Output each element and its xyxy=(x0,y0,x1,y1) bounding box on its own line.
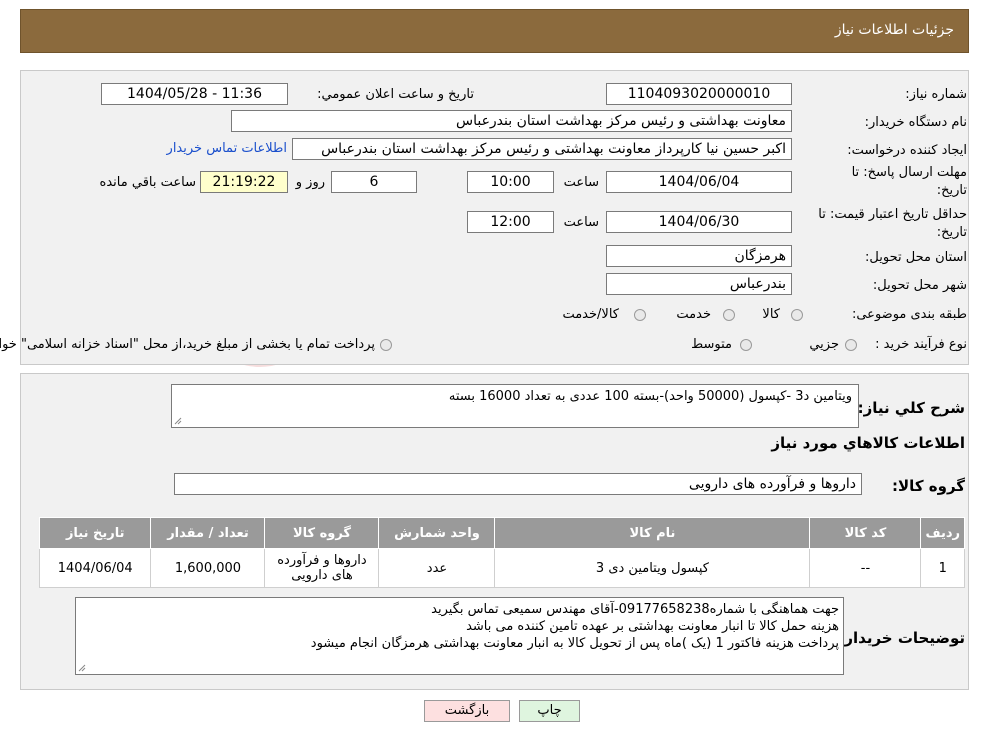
deadline-date-field: 1404/06/04 xyxy=(606,171,792,193)
table-row: 1 -- کپسول ویتامین دی 3 عدد داروها و فرآ… xyxy=(38,548,965,588)
province-label: استان محل تحويل: xyxy=(865,250,967,265)
process-medium-label: متوسط xyxy=(691,337,732,352)
deadline-time-label: ساعت xyxy=(563,175,599,190)
buyer-note-line-2: هزینه حمل کالا تا انبار معاونت بهداشتی ب… xyxy=(466,619,839,634)
col-goods-code: كد كالا xyxy=(809,517,922,549)
announce-label: تاریخ و ساعت اعلان عمومي: xyxy=(317,87,474,102)
validity-time-label: ساعت xyxy=(563,215,599,230)
col-row-number: رديف xyxy=(920,517,965,549)
validity-time-field: 12:00 xyxy=(467,211,554,233)
category-goods-label: کالا xyxy=(762,307,780,322)
summary-text: ویتامین د3 -کپسول (50000 واحد)-بسته 100 … xyxy=(448,389,852,404)
col-goods-name: نام كالا xyxy=(494,517,811,549)
days-field: 6 xyxy=(331,171,417,193)
col-goods-group: گروه كالا xyxy=(264,517,380,549)
creator-field: اکبر حسین نیا کارپرداز معاونت بهداشتی و … xyxy=(292,138,792,160)
city-label: شهر محل تحويل: xyxy=(872,278,967,293)
buyer-note-line-1: جهت هماهنگی با شماره09177658238-آقای مهن… xyxy=(431,602,839,617)
buyer-notes-label: توضيحات خريدار: xyxy=(838,629,965,647)
process-label: نوع فرآيند خريد : xyxy=(875,337,967,352)
buyer-field: معاونت بهداشتی و رئیس مرکز بهداشت استان … xyxy=(231,110,792,132)
summary-textarea: ویتامین د3 -کپسول (50000 واحد)-بسته 100 … xyxy=(171,384,859,428)
summary-label: شرح كلي نياز: xyxy=(857,399,965,417)
buyer-contact-link[interactable]: اطلاعات تماس خريدار xyxy=(167,141,287,156)
province-field: هرمزگان xyxy=(606,245,792,267)
back-button[interactable]: بازگشت xyxy=(424,700,510,722)
process-treasury-radio[interactable] xyxy=(380,339,392,351)
print-button[interactable]: چاپ xyxy=(519,700,580,722)
resize-grip-icon[interactable] xyxy=(78,664,86,672)
remaining-label: ساعت باقي مانده xyxy=(99,175,196,190)
category-label: طبقه بندی موضوعی: xyxy=(851,307,967,322)
deadline-time-field: 10:00 xyxy=(467,171,554,193)
buyer-label: نام دستگاه خريدار: xyxy=(864,115,967,130)
page-header: جزئیات اطلاعات نیاز xyxy=(20,9,969,53)
need-number-field: 1104093020000010 xyxy=(606,83,792,105)
col-quantity: تعداد / مقدار xyxy=(150,517,266,549)
deadline-label-2: تاريخ: xyxy=(936,183,967,198)
category-service-label: خدمت xyxy=(676,307,711,322)
category-goods-service-label: کالا/خدمت xyxy=(562,307,619,322)
resize-grip-icon[interactable] xyxy=(174,417,182,425)
category-goods-service-radio[interactable] xyxy=(634,309,646,321)
cell-quantity: 1,600,000 xyxy=(150,548,266,588)
validity-label-1: حداقل تاريخ اعتبار قيمت: تا xyxy=(818,207,967,222)
category-goods-radio[interactable] xyxy=(791,309,803,321)
page-title: جزئیات اطلاعات نیاز xyxy=(834,22,954,38)
category-service-radio[interactable] xyxy=(723,309,735,321)
buyer-notes-textarea: جهت هماهنگی با شماره09177658238-آقای مهن… xyxy=(75,597,844,675)
cell-goods-code: -- xyxy=(809,548,922,588)
city-field: بندرعباس xyxy=(606,273,792,295)
goods-group-label: گروه كالا: xyxy=(892,477,965,495)
validity-date-field: 1404/06/30 xyxy=(606,211,792,233)
cell-goods-name: کپسول ویتامین دی 3 xyxy=(494,548,811,588)
process-partial-radio[interactable] xyxy=(845,339,857,351)
need-number-label: شماره نیاز: xyxy=(905,87,967,102)
goods-group-field: داروها و فرآورده های دارویی xyxy=(174,473,862,495)
goods-table: رديف كد كالا نام كالا واحد شمارش گروه كا… xyxy=(38,517,965,588)
cell-row-number: 1 xyxy=(920,548,965,588)
cell-unit: عدد xyxy=(378,548,496,588)
validity-label-2: تاريخ: xyxy=(936,225,967,240)
deadline-label-1: مهلت ارسال پاسخ: تا xyxy=(851,165,967,180)
cell-need-date: 1404/06/04 xyxy=(38,548,152,588)
goods-table-header-row: رديف كد كالا نام كالا واحد شمارش گروه كا… xyxy=(38,517,965,549)
days-label: روز و xyxy=(295,175,325,190)
announce-field: 1404/05/28 - 11:36 xyxy=(101,83,288,105)
buyer-note-line-3: پرداخت هزینه فاکتور 1 (یک )ماه پس از تحو… xyxy=(310,636,839,651)
cell-goods-group: داروها و فرآورده های دارویی xyxy=(264,548,380,588)
goods-info-title: اطلاعات كالاهاي مورد نياز xyxy=(771,434,965,452)
col-unit: واحد شمارش xyxy=(378,517,496,549)
process-treasury-note: پرداخت تمام يا بخشی از مبلغ خريد،از محل … xyxy=(0,337,375,352)
remaining-time-field: 21:19:22 xyxy=(200,171,288,193)
col-need-date: تاريخ نياز xyxy=(38,517,152,549)
creator-label: ايجاد کننده درخواست: xyxy=(847,143,967,158)
process-partial-label: جزيي xyxy=(809,337,839,352)
process-medium-radio[interactable] xyxy=(740,339,752,351)
